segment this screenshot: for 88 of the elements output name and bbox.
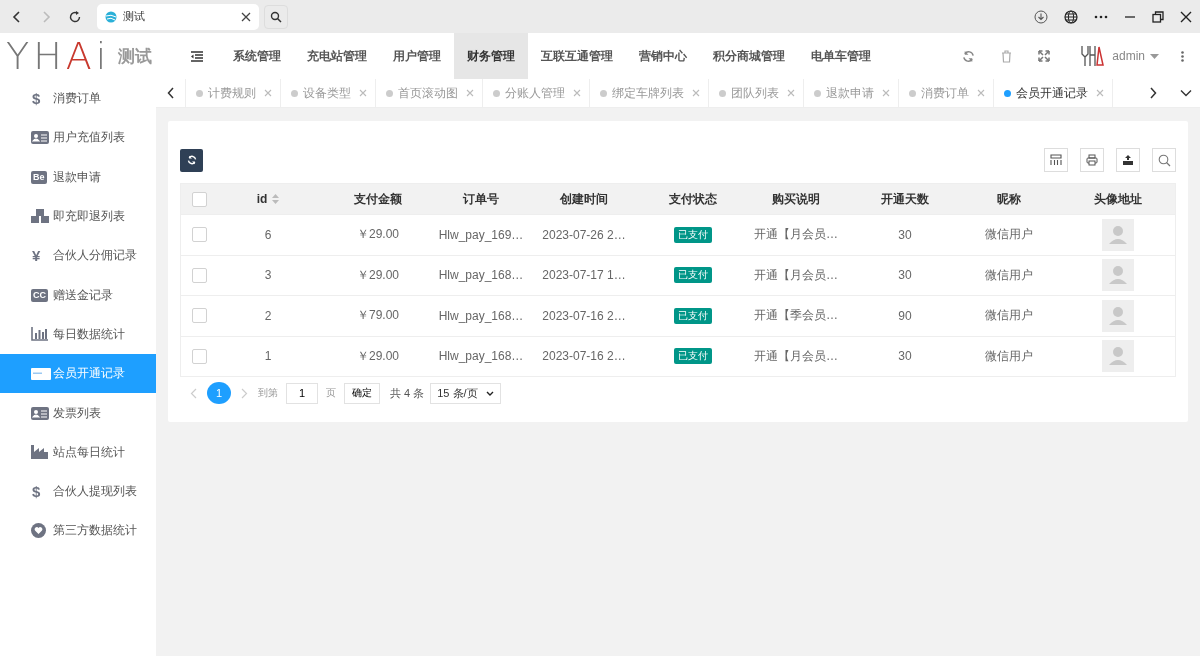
- table-cell: 2: [264, 308, 272, 323]
- sidebar-label: 合伙人提现列表: [53, 483, 137, 501]
- table-cell: 90: [898, 308, 912, 323]
- table-cell: ￥79.00: [357, 307, 399, 325]
- table-cell: ￥29.00: [357, 347, 399, 365]
- sidebar-label: 合伙人分佣记录: [53, 247, 137, 265]
- total-count: 共 4 条: [390, 385, 425, 401]
- sidebar-label: 即充即退列表: [53, 208, 125, 226]
- sidebar-item[interactable]: Be 退款申请: [0, 157, 156, 197]
- table-cell: Hlw_pay_169…: [438, 227, 524, 242]
- goto-label: 到第: [258, 386, 278, 400]
- app-name: 测试: [118, 45, 153, 68]
- sidebar-label: 赠送金记录: [53, 286, 113, 304]
- sidebar-label: 每日数据统计: [53, 325, 125, 343]
- table-cell: Hlw_pay_168…: [438, 349, 524, 364]
- badge-icon: Be: [31, 170, 47, 184]
- table-cell: 1: [264, 349, 272, 364]
- table-cell: 30: [898, 227, 912, 242]
- sidebar-item[interactable]: 即充即退列表: [0, 196, 156, 237]
- table-cell: 6: [264, 227, 272, 242]
- status-badge: 已支付: [674, 267, 712, 284]
- sidebar-item[interactable]: 第三方数据统计: [0, 511, 156, 551]
- column-header: 头像地址: [1094, 190, 1142, 208]
- sidebar-item[interactable]: ¥ 合伙人分佣记录: [0, 236, 156, 276]
- sidebar-label: 用户充值列表: [53, 129, 125, 147]
- table-cell: 开通【月会员…: [754, 347, 838, 365]
- sidebar-label: 第三方数据统计: [53, 522, 137, 540]
- status-badge: 已支付: [674, 307, 712, 324]
- column-header: 昵称: [997, 190, 1021, 208]
- table-cell: 30: [898, 349, 912, 364]
- nav-item[interactable]: 财务管理: [454, 33, 528, 79]
- page-unit: 页: [326, 386, 336, 400]
- currency-icon: $: [31, 483, 41, 501]
- nav-item[interactable]: 用户管理: [380, 33, 454, 79]
- nav-item[interactable]: 充电站管理: [294, 33, 380, 79]
- currency-icon: ¥: [31, 247, 41, 265]
- sidebar-item[interactable]: 发票列表: [0, 393, 156, 433]
- sidebar-label: 站点每日统计: [53, 443, 125, 461]
- nav-item[interactable]: 系统管理: [220, 33, 294, 79]
- column-header: 购买说明: [772, 190, 820, 208]
- table-cell: 开通【月会员…: [754, 266, 838, 284]
- user-name[interactable]: admin: [1112, 49, 1145, 63]
- tab-title: 测试: [123, 9, 146, 24]
- sidebar-label: 退款申请: [53, 168, 101, 186]
- browser-tab[interactable]: 测试: [97, 3, 259, 30]
- column-header: 创建时间: [560, 190, 608, 208]
- table-cell: 3: [264, 268, 272, 283]
- nav-item[interactable]: 电单车管理: [798, 33, 884, 79]
- table-cell: Hlw_pay_168…: [438, 268, 524, 283]
- sidebar-item[interactable]: 每日数据统计: [0, 314, 156, 355]
- sidebar-item[interactable]: CC 赠送金记录: [0, 275, 156, 315]
- table-cell: 微信用户: [985, 307, 1033, 325]
- column-header: 支付状态: [669, 190, 717, 208]
- nav-item[interactable]: 积分商城管理: [700, 33, 798, 79]
- table-cell: 2023-07-16 2…: [542, 349, 626, 364]
- table-cell: 微信用户: [985, 347, 1033, 365]
- table-cell: 2023-07-26 2…: [542, 227, 626, 242]
- table-cell: ￥29.00: [357, 226, 399, 244]
- badge-icon: CC: [31, 288, 48, 302]
- page-size-select[interactable]: 15 条/页: [430, 382, 501, 404]
- sidebar-item[interactable]: 用户充值列表: [0, 118, 156, 158]
- column-header: 开通天数: [881, 190, 929, 208]
- sidebar-label: 消费订单: [53, 90, 101, 108]
- table-cell: 开通【月会员…: [754, 226, 838, 244]
- sidebar-label: 会员开通记录: [53, 365, 125, 383]
- confirm-button[interactable]: 确定: [344, 382, 380, 404]
- page-tab[interactable]: 会员开通记录: [994, 79, 1113, 107]
- nav-item[interactable]: 互联互通管理: [528, 33, 626, 79]
- status-badge: 已支付: [674, 348, 712, 365]
- currency-icon: $: [31, 90, 41, 108]
- sidebar-label: 发票列表: [53, 404, 101, 422]
- table-cell: ￥29.00: [357, 266, 399, 284]
- sidebar-item[interactable]: $ 消费订单: [0, 79, 156, 119]
- sidebar-item[interactable]: 站点每日统计: [0, 432, 156, 472]
- page-input[interactable]: 1: [286, 382, 318, 404]
- table-cell: 30: [898, 268, 912, 283]
- table-cell: Hlw_pay_168…: [438, 308, 524, 323]
- column-header: id: [256, 192, 268, 206]
- table-cell: 2023-07-17 1…: [542, 268, 626, 283]
- column-header: 订单号: [463, 190, 499, 208]
- sidebar-item[interactable]: $ 合伙人提现列表: [0, 471, 156, 512]
- table-cell: 微信用户: [985, 226, 1033, 244]
- status-badge: 已支付: [674, 226, 712, 243]
- table-cell: 开通【季会员…: [754, 307, 838, 325]
- column-header: 支付金额: [354, 190, 402, 208]
- nav-item[interactable]: 营销中心: [626, 33, 700, 79]
- table-cell: 2023-07-16 2…: [542, 308, 626, 323]
- table-cell: 微信用户: [985, 266, 1033, 284]
